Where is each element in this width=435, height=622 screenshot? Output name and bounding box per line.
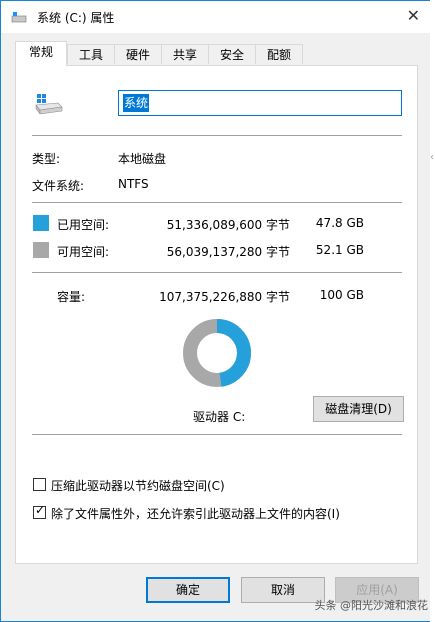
drive-icon-small bbox=[11, 12, 27, 23]
compress-checkbox[interactable] bbox=[33, 478, 46, 491]
type-label: 类型: bbox=[32, 152, 61, 166]
disk-cleanup-button[interactable]: 磁盘清理(D) bbox=[313, 396, 404, 422]
drive-name-value: 系统 bbox=[123, 94, 150, 112]
free-space-label: 可用空间: bbox=[57, 245, 110, 259]
capacity-gb: 100 GB bbox=[319, 288, 364, 302]
free-space-gb: 52.1 GB bbox=[315, 243, 364, 257]
drive-letter-label: 驱动器 C: bbox=[193, 410, 246, 424]
capacity-label: 容量: bbox=[57, 290, 86, 304]
properties-window: 系统 (C:) 属性 ✕ 常规 工具 硬件 共享 安全 配额 系统 类型: 本地… bbox=[0, 0, 435, 622]
compress-label: 压缩此驱动器以节约磁盘空间(C) bbox=[51, 479, 225, 493]
used-space-bytes: 51,336,089,600 字节 bbox=[166, 218, 290, 232]
title-bar: 系统 (C:) 属性 ✕ bbox=[1, 1, 434, 33]
used-space-gb: 47.8 GB bbox=[315, 216, 364, 230]
background-window-edge: ‹ bbox=[430, 0, 435, 622]
type-value: 本地磁盘 bbox=[118, 152, 167, 166]
filesystem-label: 文件系统: bbox=[32, 179, 85, 193]
divider bbox=[32, 434, 402, 435]
used-space-swatch bbox=[33, 215, 49, 231]
divider bbox=[32, 272, 402, 273]
divider bbox=[32, 202, 402, 203]
used-space-label: 已用空间: bbox=[57, 218, 110, 232]
free-space-bytes: 56,039,137,280 字节 bbox=[166, 245, 290, 259]
cancel-button[interactable]: 取消 bbox=[241, 577, 325, 603]
background-chevron-icon: ‹ bbox=[430, 152, 434, 163]
tab-tools[interactable]: 工具 bbox=[67, 44, 115, 64]
ok-button[interactable]: 确定 bbox=[146, 577, 230, 603]
capacity-bytes: 107,375,226,880 字节 bbox=[159, 290, 290, 304]
divider bbox=[32, 135, 402, 136]
index-checkbox[interactable]: ✓ bbox=[33, 503, 46, 519]
filesystem-value: NTFS bbox=[118, 177, 149, 191]
tab-security[interactable]: 安全 bbox=[208, 44, 256, 64]
tab-sharing[interactable]: 共享 bbox=[161, 44, 209, 64]
index-label: 除了文件属性外，还允许索引此驱动器上文件的内容(I) bbox=[51, 507, 340, 521]
tab-hardware[interactable]: 硬件 bbox=[114, 44, 162, 64]
drive-name-input[interactable]: 系统 bbox=[118, 90, 402, 116]
close-icon[interactable]: ✕ bbox=[407, 6, 420, 25]
tab-general[interactable]: 常规 bbox=[15, 41, 67, 66]
free-space-swatch bbox=[33, 242, 49, 258]
drive-icon bbox=[35, 94, 63, 115]
tab-quota[interactable]: 配额 bbox=[255, 44, 303, 64]
general-panel: 系统 类型: 本地磁盘 文件系统: NTFS 已用空间: 51,336,089,… bbox=[15, 65, 418, 564]
usage-donut-chart bbox=[183, 319, 251, 387]
window-title: 系统 (C:) 属性 bbox=[37, 11, 115, 25]
watermark: 头条 @阳光沙滩和浪花 bbox=[314, 599, 429, 612]
